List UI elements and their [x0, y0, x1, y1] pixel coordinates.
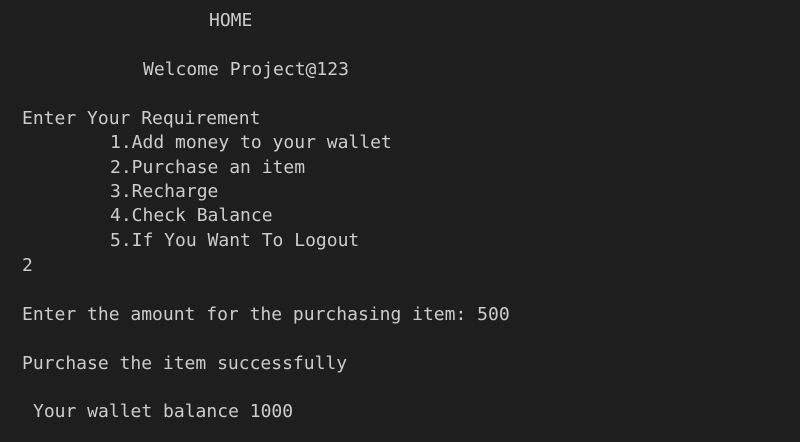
home-title: HOME: [209, 10, 253, 31]
terminal-output: HOME Welcome Project@123 Enter Your Requ…: [0, 0, 800, 442]
amount-prompt-line: Enter the amount for the purchasing item…: [22, 304, 510, 325]
menu-option-add-money: 1.Add money to your wallet: [110, 132, 392, 153]
requirement-prompt: Enter Your Requirement: [22, 108, 261, 129]
welcome-message: Welcome Project@123: [143, 59, 349, 80]
menu-option-recharge: 3.Recharge: [110, 181, 219, 202]
menu-option-purchase: 2.Purchase an item: [110, 157, 306, 178]
menu-option-logout: 5.If You Want To Logout: [110, 230, 360, 251]
menu-option-check-balance: 4.Check Balance: [110, 205, 273, 226]
success-message: Purchase the item successfully: [22, 353, 348, 374]
user-choice-input: 2: [22, 255, 33, 276]
wallet-balance-line: Your wallet balance 1000: [33, 401, 294, 422]
